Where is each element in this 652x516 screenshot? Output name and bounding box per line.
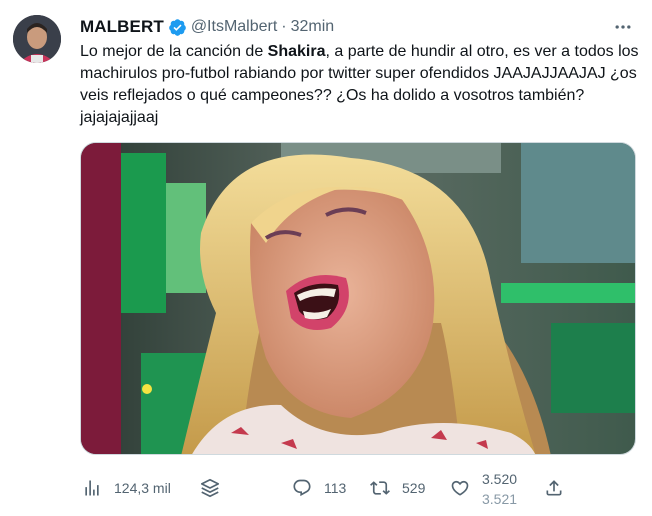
- reply-count: 113: [324, 480, 347, 496]
- views-icon: [80, 476, 104, 500]
- verified-badge-icon: [168, 18, 187, 37]
- reply-action[interactable]: 113: [290, 470, 346, 506]
- tweet-time[interactable]: 32min: [291, 18, 335, 36]
- reply-icon: [290, 476, 314, 500]
- author-handle[interactable]: @ItsMalbert: [191, 18, 277, 36]
- like-count: 3.520: [482, 471, 518, 487]
- more-icon[interactable]: [610, 14, 636, 40]
- retweet-count: 529: [402, 480, 426, 496]
- separator-dot: ·: [281, 18, 287, 35]
- stack-icon: [198, 476, 222, 500]
- tweet-actions: 124,3 mil 113 529 3.520 3.521: [80, 470, 640, 506]
- author-name[interactable]: MALBERT: [80, 17, 164, 37]
- like-count-next: 3.521: [482, 491, 518, 506]
- retweet-action[interactable]: 529: [368, 470, 425, 506]
- like-icon: [448, 476, 472, 500]
- retweet-icon: [368, 476, 392, 500]
- tweet-header: MALBERT @ItsMalbert · 32min: [80, 14, 636, 40]
- views-action[interactable]: 124,3 mil: [80, 470, 171, 506]
- tweet[interactable]: MALBERT @ItsMalbert · 32min Lo mejor de …: [0, 0, 652, 516]
- views-count: 124,3 mil: [114, 480, 171, 496]
- tweet-text-part1: Lo mejor de la canción de: [80, 43, 268, 60]
- like-action[interactable]: 3.520 3.521: [448, 470, 532, 506]
- stack-action[interactable]: [198, 470, 222, 506]
- tweet-text-bold: Shakira: [267, 43, 326, 60]
- share-icon: [542, 476, 566, 500]
- share-action[interactable]: [542, 470, 566, 506]
- avatar[interactable]: [13, 15, 61, 63]
- tweet-text: Lo mejor de la canción de Shakira, a par…: [80, 41, 640, 129]
- tweet-image[interactable]: [80, 142, 636, 455]
